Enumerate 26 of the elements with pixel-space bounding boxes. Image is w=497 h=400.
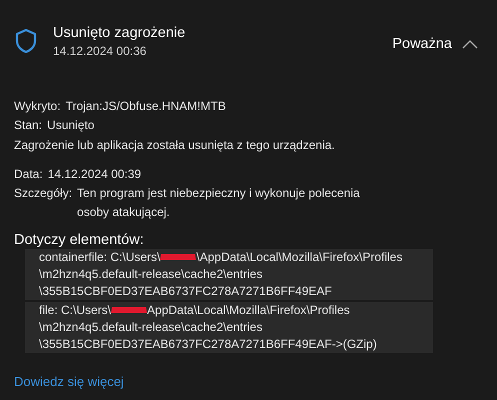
field-label: Szczegóły: [14,185,72,202]
field-label: Stan: [14,117,42,134]
threat-title: Usunięto zagrożenie [53,24,186,43]
path-text: AppData\Local\Mozilla\Firefox\Profiles [147,302,350,319]
path-text: containerfile: C:\Users\ [39,249,160,266]
redaction-mark [110,305,148,316]
field-value: Ten program jest niebezpieczny i wykonuje polecenia osoby atakującej. [77,185,361,221]
field-label: Wykryto: [14,98,61,115]
status-note: Zagrożenie lub aplikacja została usunięta z tego urządzenia. [14,137,336,154]
field-value: Trojan:JS/Obfuse.HNAM!MTB [66,98,226,115]
section-heading: Dotyczy elementów: [14,231,145,249]
path-text: \m2hzn4q5.default-release\cache2\entries [39,266,264,283]
timestamp: 14.12.2024 00:36 [53,43,148,60]
path-text: \355B15CBF0ED37EAB6737FC278A7271B6FF49EAF->(GZip) [39,336,378,353]
path-text: file: C:\Users\ [39,302,112,319]
severity-label: Poważna [392,36,452,52]
redaction-mark [159,252,198,263]
path-text: \m2hzn4q5.default-release\cache2\entries [39,319,264,336]
path-text: \355B15CBF0ED37EAB6737FC278A7271B6FF49EAF [39,283,333,300]
field-label: Data: [14,166,43,183]
chevron-icon[interactable] [462,39,478,49]
field-value: Usunięto [47,117,94,134]
field-value: 14.12.2024 00:39 [48,166,142,183]
learn-more-link[interactable]: Dowiedz się więcej [14,374,124,389]
path-text: \AppData\Local\Mozilla\Firefox\Profiles [196,249,402,266]
shield-icon [15,28,37,54]
